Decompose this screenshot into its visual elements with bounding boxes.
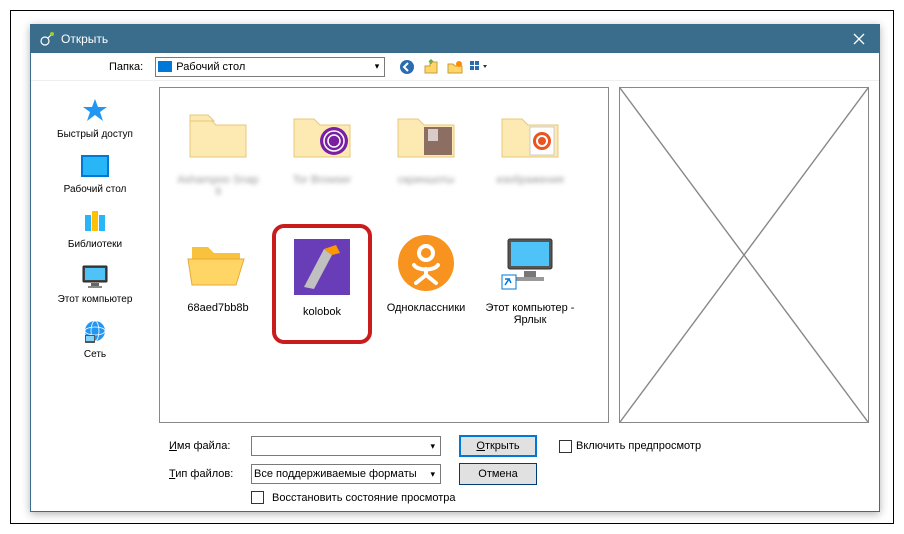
toolbar: Папка: Рабочий стол ▾ [31,53,879,81]
close-icon [853,33,865,45]
computer-icon [79,260,111,292]
desktop-icon [158,61,172,72]
view-menu-button[interactable] [469,57,489,77]
bottom-panel: Имя файла: ▾ Открыть Включить предпросмо… [31,429,879,510]
libraries-icon [79,205,111,237]
new-folder-button[interactable] [445,57,465,77]
star-icon [79,95,111,127]
file-label: Одноклассники [387,302,466,314]
folder-label: Папка: [109,61,143,73]
open-button[interactable]: Открыть [459,435,537,457]
sidebar-label: Быстрый доступ [57,129,133,140]
restore-checkbox-label: Восстановить состояние просмотра [272,492,456,504]
folder-dropdown-value: Рабочий стол [176,61,245,73]
sidebar-item-thispc[interactable]: Этот компьютер [50,256,140,309]
filename-label: Имя файла: [169,440,243,452]
restore-checkbox[interactable] [251,491,264,504]
sidebar-label: Рабочий стол [64,184,127,195]
preview-checkbox[interactable] [559,440,572,453]
file-item[interactable]: Этот компьютер - Ярлык [480,224,580,344]
sidebar-item-libraries[interactable]: Библиотеки [50,201,140,254]
places-sidebar: Быстрый доступ Рабочий стол Библиотеки Э… [31,81,159,429]
sidebar-item-desktop[interactable]: Рабочий стол [50,146,140,199]
cancel-button[interactable]: Отмена [459,463,537,485]
file-label: Этот компьютер - Ярлык [485,302,575,326]
file-label: Tor Browser [293,174,352,186]
network-icon [79,315,111,347]
titlebar-title: Открыть [61,32,839,46]
back-button[interactable] [397,57,417,77]
file-item[interactable]: 68aed7bb8b [168,224,268,344]
file-list[interactable]: Ashampoo Snap 9 Tor Browser скриншоты из… [159,87,609,423]
file-label: скриншоты [398,174,454,186]
file-label: изображения [496,174,563,186]
file-label: Ashampoo Snap 9 [173,174,263,198]
chevron-down-icon: ▾ [427,441,438,452]
filetype-value: Все поддерживаемые форматы [254,468,417,480]
computer-shortcut-icon [495,228,565,298]
filename-input[interactable]: ▾ [251,436,441,456]
file-item[interactable]: Tor Browser [272,96,372,216]
desktop-icon [79,150,111,182]
main-area: Быстрый доступ Рабочий стол Библиотеки Э… [31,81,879,429]
sidebar-item-network[interactable]: Сеть [50,311,140,364]
titlebar: Открыть [31,25,879,53]
file-item[interactable]: скриншоты [376,96,476,216]
folder-open-icon [183,228,253,298]
file-item-kolobok[interactable]: kolobok [272,224,372,344]
up-button[interactable] [421,57,441,77]
open-dialog: Открыть Папка: Рабочий стол ▾ Быстрый до… [30,24,880,512]
preview-empty-icon [620,88,868,422]
app-icon [39,31,55,47]
sidebar-label: Библиотеки [68,239,122,250]
file-label: 68aed7bb8b [187,302,248,314]
folder-icon-tor [287,100,357,170]
folder-dropdown[interactable]: Рабочий стол ▾ [155,57,385,77]
file-item[interactable]: изображения [480,96,580,216]
file-item[interactable]: Одноклассники [376,224,476,344]
file-item[interactable]: Ashampoo Snap 9 [168,96,268,216]
image-icon-ok [391,228,461,298]
filetype-dropdown[interactable]: Все поддерживаемые форматы ▾ [251,464,441,484]
folder-icon-ubuntu [495,100,565,170]
preview-checkbox-label: Включить предпросмотр [576,440,701,452]
preview-pane [619,87,869,423]
image-icon-kolobok [287,232,357,302]
chevron-down-icon: ▾ [372,61,383,72]
close-button[interactable] [839,25,879,53]
file-label: kolobok [303,306,341,318]
folder-icon-images [391,100,461,170]
filetype-label: Тип файлов: [169,468,243,480]
sidebar-label: Сеть [84,349,106,360]
sidebar-label: Этот компьютер [58,294,133,305]
folder-icon [183,100,253,170]
chevron-down-icon: ▾ [427,469,438,480]
sidebar-item-quickaccess[interactable]: Быстрый доступ [50,91,140,144]
